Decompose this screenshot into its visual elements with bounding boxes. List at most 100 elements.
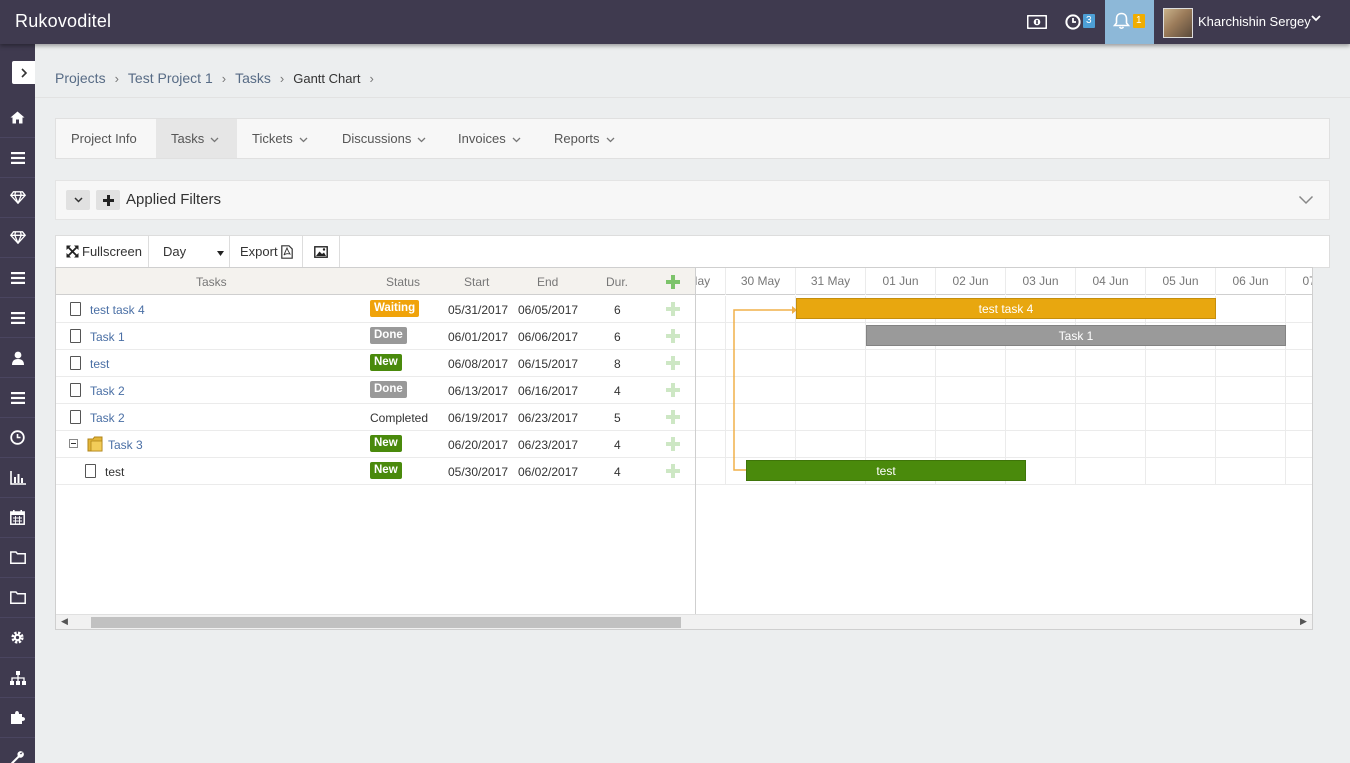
end-date: 06/23/2017 xyxy=(518,411,579,425)
end-date: 06/06/2017 xyxy=(518,330,579,344)
folder-icon[interactable] xyxy=(0,578,35,618)
column-end[interactable]: End xyxy=(537,275,558,289)
table-row[interactable]: Task 2 Done 06/13/2017 06/16/2017 4 xyxy=(56,377,696,404)
table-row[interactable]: test New 06/08/2017 06/15/2017 8 xyxy=(56,350,696,377)
document-icon xyxy=(70,329,81,343)
tab-reports[interactable]: Reports xyxy=(539,119,630,158)
sitemap-icon[interactable] xyxy=(0,658,35,698)
list-icon[interactable] xyxy=(0,298,35,338)
gear-icon[interactable] xyxy=(0,618,35,658)
column-duration[interactable]: Dur. xyxy=(606,275,628,289)
add-subtask-icon[interactable] xyxy=(666,410,680,424)
home-icon[interactable] xyxy=(0,98,35,138)
export-button[interactable]: Export xyxy=(230,236,303,267)
collapse-icon[interactable] xyxy=(69,439,78,448)
add-subtask-icon[interactable] xyxy=(666,464,680,478)
task-bar[interactable]: Task 1 xyxy=(866,325,1286,346)
task-name[interactable]: test xyxy=(90,357,109,371)
add-subtask-icon[interactable] xyxy=(666,302,680,316)
image-icon xyxy=(314,245,328,258)
filters-toggle-button[interactable] xyxy=(66,190,90,210)
chevron-down-icon[interactable] xyxy=(1310,12,1322,27)
column-start[interactable]: Start xyxy=(464,275,489,289)
scroll-right-icon[interactable]: ▶ xyxy=(1300,616,1307,627)
task-name[interactable]: test task 4 xyxy=(90,303,145,317)
tab-invoices[interactable]: Invoices xyxy=(443,119,536,158)
list-icon[interactable] xyxy=(0,258,35,298)
sidebar-toggle-button[interactable] xyxy=(12,61,35,84)
add-task-icon[interactable] xyxy=(666,275,680,289)
app-brand[interactable]: Rukovoditel xyxy=(15,11,111,32)
timer-icon[interactable] xyxy=(1063,0,1083,44)
horizontal-scrollbar[interactable]: ◀ ▶ xyxy=(56,614,1312,629)
list-icon[interactable] xyxy=(0,138,35,178)
puzzle-icon[interactable] xyxy=(0,698,35,738)
notifications-button[interactable] xyxy=(1105,0,1154,44)
tab-tasks[interactable]: Tasks xyxy=(156,119,237,158)
clock-icon[interactable] xyxy=(0,418,35,458)
chevron-down-icon xyxy=(210,119,219,158)
folder-icon[interactable] xyxy=(0,538,35,578)
fullscreen-button[interactable]: Fullscreen xyxy=(56,236,149,267)
filters-panel: Applied Filters xyxy=(55,180,1330,220)
task-bar[interactable]: test task 4 xyxy=(796,298,1216,319)
add-filter-button[interactable] xyxy=(96,190,120,210)
tab-project-info[interactable]: Project Info xyxy=(56,119,152,158)
column-tasks[interactable]: Tasks xyxy=(196,275,227,289)
add-subtask-icon[interactable] xyxy=(666,329,680,343)
duration: 5 xyxy=(614,411,621,425)
table-row[interactable]: Task 3 New 06/20/2017 06/23/2017 4 xyxy=(56,431,696,458)
document-icon xyxy=(70,410,81,424)
table-row[interactable]: Task 2 Completed 06/19/2017 06/23/2017 5 xyxy=(56,404,696,431)
task-bar[interactable]: test xyxy=(746,460,1026,481)
export-image-button[interactable] xyxy=(303,236,340,267)
task-name[interactable]: test xyxy=(105,465,124,479)
bell-icon xyxy=(1112,12,1131,33)
scrollbar-thumb[interactable] xyxy=(91,617,681,628)
user-name[interactable]: Kharchishin Sergey xyxy=(1198,14,1311,29)
task-name[interactable]: Task 2 xyxy=(90,411,125,425)
tab-label: Reports xyxy=(554,131,600,146)
user-avatar[interactable] xyxy=(1163,8,1193,38)
chevron-down-icon xyxy=(299,119,308,158)
scale-select[interactable]: Day xyxy=(149,236,230,267)
chevron-down-icon[interactable] xyxy=(1298,193,1314,208)
breadcrumb-projects[interactable]: Projects xyxy=(55,70,106,86)
add-subtask-icon[interactable] xyxy=(666,356,680,370)
calendar-icon[interactable] xyxy=(0,498,35,538)
breadcrumb: Projects › Test Project 1 › Tasks › Gant… xyxy=(55,70,383,86)
status-badge: New xyxy=(370,354,402,371)
task-name[interactable]: Task 1 xyxy=(90,330,125,344)
status-text: Completed xyxy=(370,411,429,425)
start-date: 06/08/2017 xyxy=(448,357,509,371)
document-icon xyxy=(85,464,96,478)
column-status[interactable]: Status xyxy=(386,275,420,289)
diamond-icon[interactable] xyxy=(0,178,35,218)
add-subtask-icon[interactable] xyxy=(666,437,680,451)
diamond-icon[interactable] xyxy=(0,218,35,258)
start-date: 06/19/2017 xyxy=(448,411,509,425)
list-icon[interactable] xyxy=(0,378,35,418)
bar-chart-icon[interactable] xyxy=(0,458,35,498)
timeline-area: 29 May 30 May 31 May 01 Jun 02 Jun 03 Ju… xyxy=(696,268,1312,614)
document-icon xyxy=(70,383,81,397)
tab-tickets[interactable]: Tickets xyxy=(237,119,323,158)
add-subtask-icon[interactable] xyxy=(666,383,680,397)
duration: 4 xyxy=(614,465,621,479)
table-row[interactable]: test task 4 Waiting 05/31/2017 06/05/201… xyxy=(56,296,696,323)
tab-discussions[interactable]: Discussions xyxy=(327,119,441,158)
breadcrumb-tasks[interactable]: Tasks xyxy=(235,70,271,86)
user-icon[interactable] xyxy=(0,338,35,378)
task-name[interactable]: Task 2 xyxy=(90,384,125,398)
start-date: 06/01/2017 xyxy=(448,330,509,344)
start-date: 06/20/2017 xyxy=(448,438,509,452)
breadcrumb-project[interactable]: Test Project 1 xyxy=(128,70,213,86)
table-row[interactable]: Task 1 Done 06/01/2017 06/06/2017 6 xyxy=(56,323,696,350)
table-row[interactable]: test New 05/30/2017 06/02/2017 4 xyxy=(56,458,696,485)
money-icon[interactable] xyxy=(1026,0,1048,44)
tab-label: Tasks xyxy=(171,131,205,146)
scroll-left-icon[interactable]: ◀ xyxy=(61,616,68,627)
wrench-icon[interactable] xyxy=(0,738,35,763)
task-name[interactable]: Task 3 xyxy=(108,438,143,452)
status-badge: New xyxy=(370,435,402,452)
